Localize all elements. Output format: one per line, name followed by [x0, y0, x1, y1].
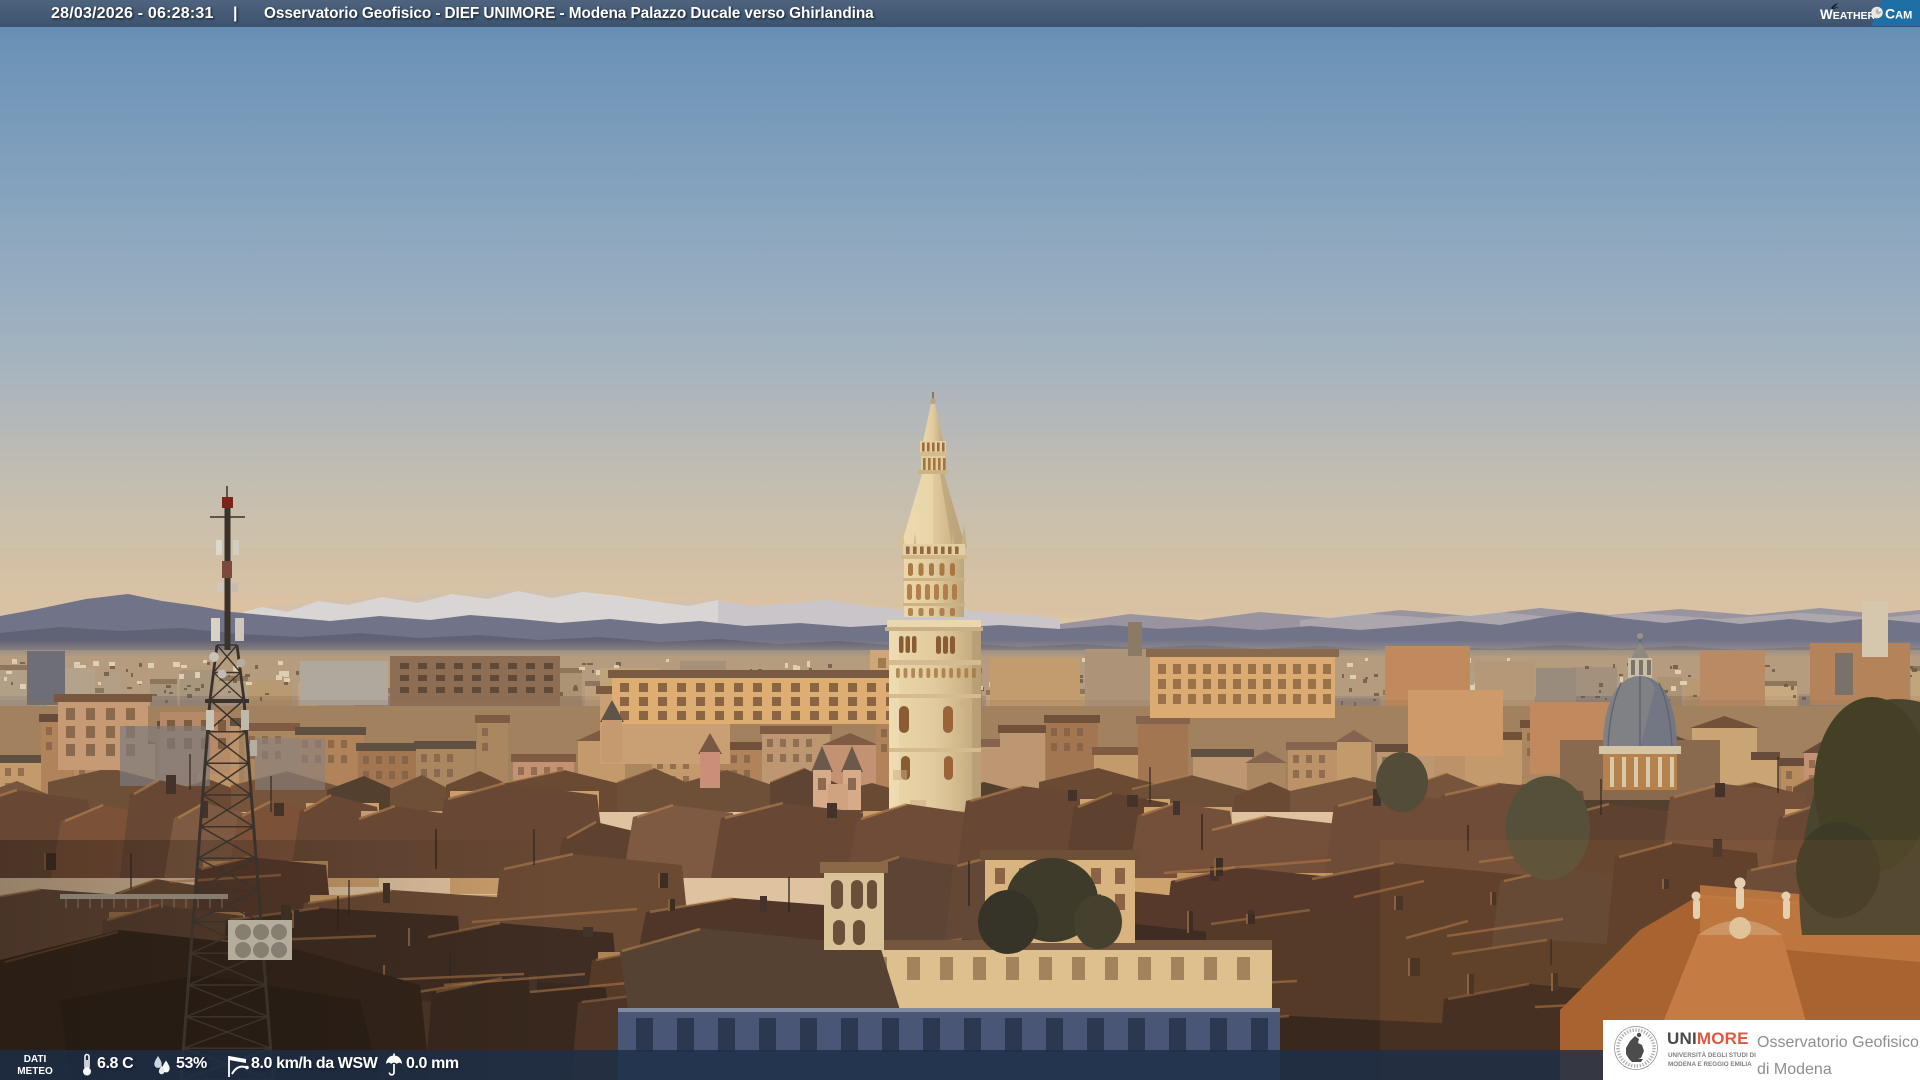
svg-text:WEATHER: WEATHER	[1820, 7, 1876, 22]
